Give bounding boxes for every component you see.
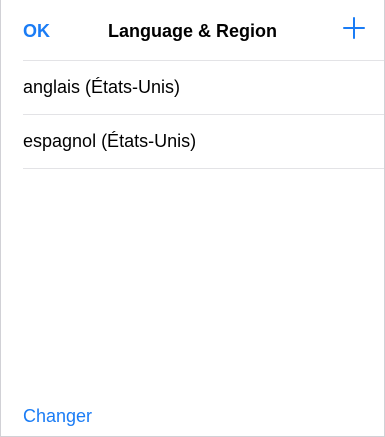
change-button[interactable]: Changer (23, 403, 92, 429)
page-title: Language & Region (107, 21, 277, 41)
language-label: anglais (États-Unis) (23, 77, 181, 97)
navigation-bar: OK Language & Region (1, 0, 384, 60)
plus-icon (343, 17, 365, 39)
language-row-spanish[interactable]: espagnol (États-Unis) (23, 115, 384, 169)
language-region-sheet: OK Language & Region anglais (États-Unis… (0, 0, 385, 437)
language-label: espagnol (États-Unis) (23, 131, 197, 151)
language-list: anglais (États-Unis) espagnol (États-Uni… (23, 60, 384, 169)
language-row-english[interactable]: anglais (États-Unis) (23, 61, 384, 115)
add-language-button[interactable] (342, 16, 366, 40)
